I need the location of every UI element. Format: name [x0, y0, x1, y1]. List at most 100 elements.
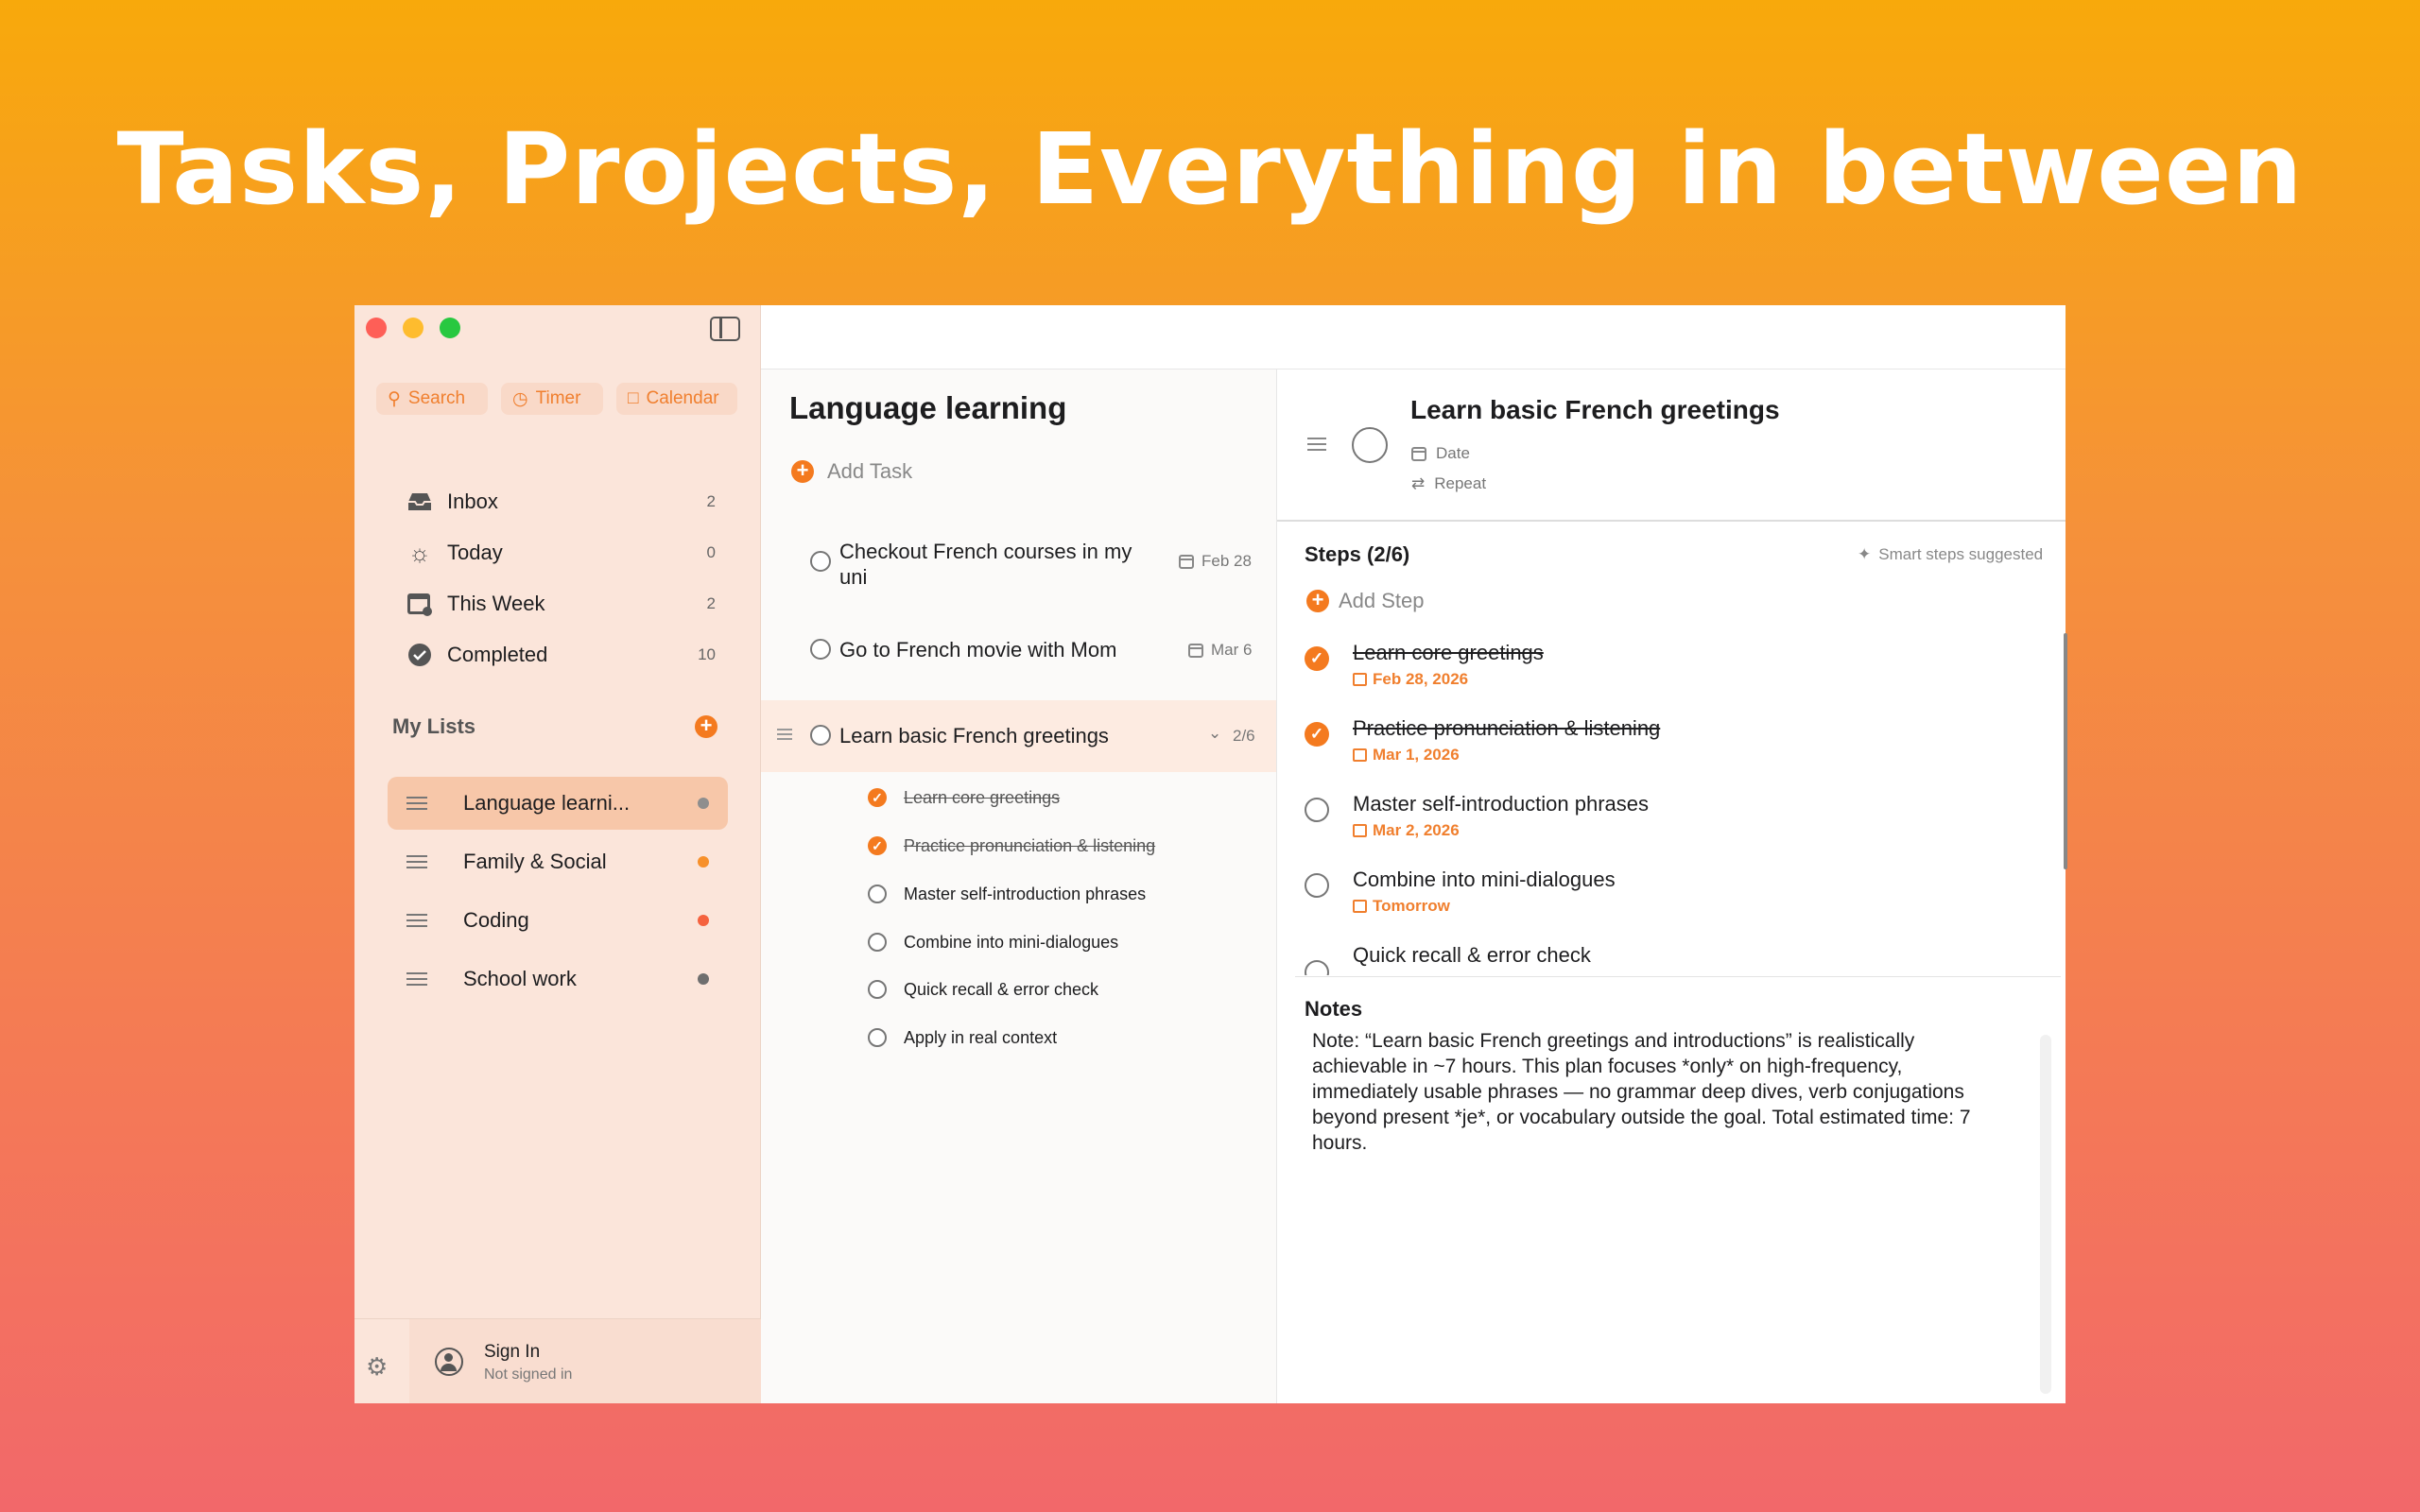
step-row[interactable]: Quick recall & error check	[1305, 943, 1702, 975]
gear-icon[interactable]: ⚙	[366, 1352, 388, 1382]
nav-item-completed[interactable]: Completed 10	[404, 636, 716, 674]
task-date-label: Mar 6	[1211, 641, 1253, 659]
list-label: Language learni...	[463, 791, 631, 815]
nav-label-this-week: This Week	[447, 592, 545, 615]
step-title: Master self-introduction phrases	[1353, 792, 1650, 816]
step-row[interactable]: Master self-introduction phrases Mar 2, …	[1305, 792, 1702, 849]
subtask-checkbox[interactable]	[868, 885, 887, 903]
calendar-icon	[1179, 554, 1194, 569]
subtask-checkbox[interactable]	[868, 980, 887, 999]
task-complete-checkbox[interactable]	[1352, 427, 1388, 463]
task-date: Mar 6	[1188, 641, 1252, 660]
chevron-down-icon[interactable]: ⌄	[1208, 724, 1221, 743]
task-checkbox[interactable]	[810, 639, 831, 660]
subtask-checkbox[interactable]	[868, 933, 887, 952]
subtask-row[interactable]: ✓ Practice pronunciation & listening	[868, 832, 1246, 860]
subtask-title: Learn core greetings	[904, 787, 1061, 807]
step-checked-icon[interactable]: ✓	[1305, 722, 1329, 747]
drag-handle-icon[interactable]	[1307, 438, 1326, 451]
subtask-row[interactable]: ✓ Learn core greetings	[868, 783, 1246, 812]
sign-in-button[interactable]: Sign In	[484, 1342, 540, 1363]
calendar-label: Calendar	[646, 388, 719, 408]
steps-scrollbar[interactable]	[2064, 633, 2067, 869]
step-title: Practice pronunciation & listening	[1353, 716, 1661, 740]
step-row[interactable]: ✓ Practice pronunciation & listening Mar…	[1305, 716, 1702, 773]
subtask-row[interactable]: Master self-introduction phrases	[868, 880, 1246, 908]
timer-button[interactable]: ◷ Timer	[501, 383, 603, 415]
list-item-language-learning[interactable]: Language learni...	[388, 777, 728, 830]
close-window-button[interactable]	[366, 318, 387, 338]
date-button[interactable]: Date	[1411, 444, 1470, 463]
step-date-label: Feb 28, 2026	[1373, 670, 1469, 688]
calendar-button[interactable]: □ Calendar	[616, 383, 737, 415]
subtask-title: Master self-introduction phrases	[904, 884, 1147, 903]
subtask-row[interactable]: Combine into mini-dialogues	[868, 928, 1246, 956]
step-title: Quick recall & error check	[1353, 943, 1591, 967]
task-title: Checkout French courses in my uni	[839, 540, 1132, 589]
minimize-window-button[interactable]	[403, 318, 424, 338]
plus-icon: +	[791, 460, 814, 483]
step-row[interactable]: ✓ Learn core greetings Feb 28, 2026	[1305, 641, 1702, 697]
add-step-label: Add Step	[1339, 589, 1425, 612]
repeat-button[interactable]: ⇄ Repeat	[1411, 474, 1486, 493]
subtask-checked-icon[interactable]: ✓	[868, 788, 887, 807]
drag-handle-icon[interactable]	[406, 797, 427, 810]
subtask-title: Combine into mini-dialogues	[904, 932, 1119, 952]
timer-icon: ◷	[512, 388, 528, 409]
task-row[interactable]: Go to French movie with Mom Mar 6	[761, 637, 1276, 665]
list-item-family-social[interactable]: Family & Social	[388, 835, 728, 888]
zoom-window-button[interactable]	[440, 318, 460, 338]
list-item-school-work[interactable]: School work	[388, 953, 728, 1005]
inbox-icon	[404, 488, 436, 516]
step-checked-icon[interactable]: ✓	[1305, 646, 1329, 671]
search-button[interactable]: ⚲ Search	[376, 383, 488, 415]
add-list-button[interactable]: +	[695, 715, 717, 738]
drag-handle-icon[interactable]	[777, 729, 792, 740]
date-label: Date	[1436, 444, 1470, 462]
subtask-progress: 2/6	[1233, 727, 1255, 745]
subtask-row[interactable]: Quick recall & error check	[868, 975, 1246, 1004]
task-date-label: Feb 28	[1201, 552, 1252, 570]
step-title: Combine into mini-dialogues	[1353, 868, 1616, 891]
step-title: Learn core greetings	[1353, 641, 1544, 664]
step-checkbox[interactable]	[1305, 873, 1329, 898]
list-item-coding[interactable]: Coding	[388, 894, 728, 947]
nav-item-today[interactable]: ☼ Today 0	[404, 534, 716, 572]
subtask-checkbox[interactable]	[868, 1028, 887, 1047]
task-row-selected[interactable]: Learn basic French greetings ⌄ 2/6	[761, 700, 1276, 772]
add-task-button[interactable]: + Add Task	[791, 459, 912, 484]
drag-handle-icon[interactable]	[406, 914, 427, 927]
task-checkbox[interactable]	[810, 725, 831, 746]
step-row[interactable]: Combine into mini-dialogues Tomorrow	[1305, 868, 1702, 924]
add-step-button[interactable]: + Add Step	[1306, 589, 1425, 613]
smart-steps-button[interactable]: ✦ Smart steps suggested	[1858, 545, 2043, 564]
nav-label-inbox: Inbox	[447, 490, 498, 513]
list-title: Language learning	[789, 390, 1067, 425]
subtask-row[interactable]: Apply in real context	[868, 1023, 1246, 1052]
user-icon[interactable]	[435, 1348, 463, 1376]
sidebar-toggle-icon[interactable]	[710, 317, 740, 341]
subtask-checked-icon[interactable]: ✓	[868, 836, 887, 855]
list-color-dot	[698, 915, 709, 926]
nav-item-inbox[interactable]: Inbox 2	[404, 483, 716, 521]
step-date: Tomorrow	[1353, 897, 1450, 916]
step-checkbox[interactable]	[1305, 960, 1329, 975]
timer-label: Timer	[535, 388, 581, 408]
sidebar-footer: ⚙ Sign In Not signed in	[354, 1318, 761, 1403]
subtask-title: Practice pronunciation & listening	[904, 835, 1156, 855]
task-title: Go to French movie with Mom	[839, 638, 1117, 662]
nav-item-this-week[interactable]: This Week 2	[404, 585, 716, 623]
task-checkbox[interactable]	[810, 551, 831, 572]
drag-handle-icon[interactable]	[406, 855, 427, 868]
list-color-dot	[698, 973, 709, 985]
search-label: Search	[407, 388, 466, 408]
step-date: Feb 28, 2026	[1353, 670, 1468, 689]
task-row[interactable]: Checkout French courses in my uni Feb 28	[761, 539, 1276, 595]
notes-textarea[interactable]: Note: “Learn basic French greetings and …	[1312, 1028, 2012, 1156]
notes-scrollbar[interactable]	[2040, 1035, 2051, 1394]
drag-handle-icon[interactable]	[406, 972, 427, 986]
sparkle-icon: ✦	[1858, 545, 1872, 563]
nav-count-today: 0	[706, 543, 716, 561]
step-date: Mar 1, 2026	[1353, 746, 1460, 765]
step-checkbox[interactable]	[1305, 798, 1329, 822]
